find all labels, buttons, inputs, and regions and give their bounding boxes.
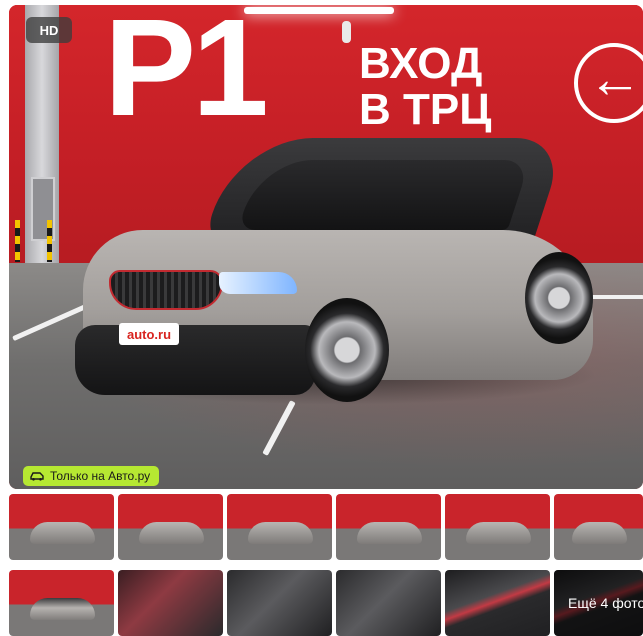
car-headlight	[219, 272, 297, 294]
security-camera	[342, 21, 351, 43]
barrier-post	[47, 220, 52, 262]
car-window	[237, 160, 531, 230]
thumbnail-photo[interactable]	[9, 494, 114, 560]
entrance-sign-line2: В ТРЦ	[359, 85, 492, 134]
thumbnail-photo[interactable]	[445, 570, 550, 636]
thumbnail-photo[interactable]	[336, 570, 441, 636]
car-bumper	[75, 325, 315, 395]
thumbnail-photo[interactable]	[336, 494, 441, 560]
car-wheel-front	[305, 298, 389, 402]
car-wheel-rear	[525, 252, 593, 344]
entrance-sign-line1: ВХОД	[359, 39, 483, 88]
thumbnail-photo[interactable]	[445, 494, 550, 560]
main-photo[interactable]: P1 ВХОД В ТРЦ ← auto.ru HD Только на Авт…	[9, 5, 643, 489]
thumbnail-photo[interactable]	[118, 570, 223, 636]
car-icon	[30, 472, 44, 481]
thumbnail-photo[interactable]	[227, 570, 332, 636]
thumbnail-photo[interactable]	[227, 494, 332, 560]
exclusive-badge-label: Только на Авто.ру	[50, 469, 151, 483]
parking-level-sign: P1	[104, 5, 269, 145]
entrance-sign: ВХОД В ТРЦ	[359, 41, 491, 133]
license-plate: auto.ru	[119, 323, 179, 345]
thumbnail-photo[interactable]	[554, 494, 643, 560]
car-grille	[109, 270, 223, 310]
car-image: auto.ru	[69, 130, 599, 430]
hd-badge: HD	[26, 17, 72, 43]
ceiling-light	[244, 7, 394, 14]
more-photos-button[interactable]: Ещё 4 фото	[554, 570, 643, 636]
exclusive-badge: Только на Авто.ру	[23, 466, 160, 486]
thumbnail-strip: Ещё 4 фото	[9, 494, 643, 636]
thumbnail-photo[interactable]	[118, 494, 223, 560]
barrier-post	[15, 220, 20, 262]
thumbnail-photo[interactable]	[9, 570, 114, 636]
more-photos-label: Ещё 4 фото	[554, 570, 643, 636]
